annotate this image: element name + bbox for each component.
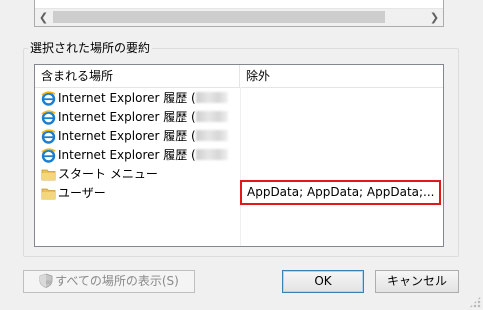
ie-icon: [41, 91, 56, 106]
folder-icon: [41, 188, 56, 200]
list-item-label: ユーザー: [58, 186, 106, 200]
listview-header: 含まれる場所 除外: [35, 65, 443, 88]
resize-grip[interactable]: [469, 296, 481, 308]
list-item-label: Internet Explorer 履歴 (: [58, 146, 228, 165]
list-item[interactable]: Internet Explorer 履歴 (: [35, 127, 443, 146]
locations-tree[interactable]: ❮ ❯: [34, 0, 444, 27]
ok-button[interactable]: OK: [282, 270, 364, 293]
list-item-label: Internet Explorer 履歴 (: [58, 89, 228, 108]
scroll-right-arrow-icon[interactable]: ❯: [426, 9, 443, 26]
highlighted-exclusion-cell[interactable]: AppData; AppData; AppData;...: [240, 180, 441, 205]
column-header-included[interactable]: 含まれる場所: [35, 65, 240, 87]
ie-icon: [41, 129, 56, 144]
show-all-locations-button[interactable]: すべての場所の表示(S): [23, 270, 195, 293]
horizontal-scrollbar[interactable]: ❮ ❯: [35, 8, 443, 26]
redacted-text: [195, 92, 228, 103]
list-item[interactable]: Internet Explorer 履歴 (: [35, 108, 443, 127]
ie-icon: [41, 148, 56, 163]
list-item[interactable]: Internet Explorer 履歴 (: [35, 89, 443, 108]
scroll-left-arrow-icon[interactable]: ❮: [35, 9, 52, 26]
folder-icon: [41, 169, 56, 181]
indexing-locations-dialog: ❮ ❯ 選択された場所の要約 含まれる場所 除外 Internet Explor…: [0, 0, 483, 310]
list-item-label: スタート メニュー: [58, 167, 158, 181]
list-item[interactable]: Internet Explorer 履歴 (: [35, 146, 443, 165]
list-item-label: Internet Explorer 履歴 (: [58, 127, 228, 146]
show-all-locations-label: すべての場所の表示(S): [55, 274, 179, 288]
redacted-text: [195, 149, 228, 160]
cancel-button[interactable]: キャンセル: [375, 270, 459, 293]
list-item-label: Internet Explorer 履歴 (: [58, 108, 228, 127]
ie-icon: [41, 110, 56, 125]
summary-listview[interactable]: 含まれる場所 除外 Internet Explorer 履歴 ( Interne…: [34, 64, 444, 247]
redacted-text: [195, 111, 228, 122]
scrollbar-thumb[interactable]: [53, 11, 385, 23]
redacted-text: [195, 130, 228, 141]
column-header-excluded[interactable]: 除外: [240, 65, 443, 87]
summary-group-title: 選択された場所の要約: [28, 41, 153, 55]
uac-shield-icon: [39, 273, 53, 288]
